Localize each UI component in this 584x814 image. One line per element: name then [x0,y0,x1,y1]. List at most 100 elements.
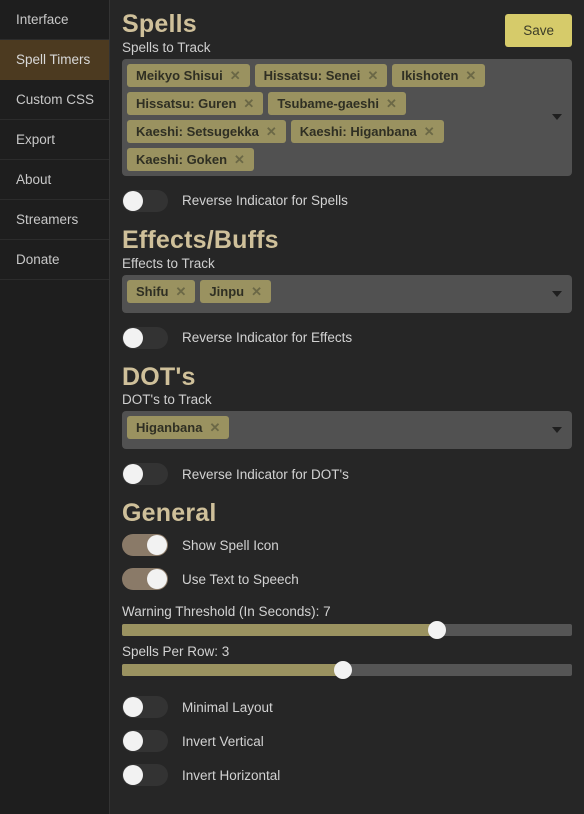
sidebar-item-spell-timers[interactable]: Spell Timers [0,40,109,80]
sidebar-item-label: Interface [16,12,69,27]
tag-item[interactable]: Hissatsu: Guren ✕ [127,91,264,115]
chevron-down-icon[interactable] [552,114,562,121]
effects-title: Effects/Buffs [122,225,279,254]
warning-threshold-block: Warning Threshold (In Seconds): 7 [122,604,572,639]
tag-item[interactable]: Shifu ✕ [127,279,196,303]
settings-window: Interface Spell Timers Custom CSS Export… [0,0,584,814]
sidebar-item-label: Custom CSS [16,92,95,107]
toggle-knob [147,535,167,555]
reverse-indicator-dots-row: Reverse Indicator for DOT's [122,457,572,491]
tag-item[interactable]: Kaeshi: Higanbana ✕ [290,119,444,143]
tag-label: Kaeshi: Setsugekka [136,123,259,139]
toggle-knob [147,569,167,589]
tag-item[interactable]: Kaeshi: Goken ✕ [127,147,254,171]
tag-remove-icon[interactable]: ✕ [386,97,397,110]
tag-label: Hissatsu: Guren [136,95,237,111]
tag-remove-icon[interactable]: ✕ [424,125,435,138]
toggle-knob [123,464,143,485]
tag-item[interactable]: Tsubame-gaeshi ✕ [268,91,406,115]
tag-label: Jinpu [209,283,245,299]
settings-panel: Spells Spells to Track Save Meikyo Shisu… [110,0,584,814]
tag-remove-icon[interactable]: ✕ [230,69,241,82]
tag-remove-icon[interactable]: ✕ [251,285,262,298]
tag-label: Kaeshi: Higanbana [299,123,417,139]
chevron-down-icon[interactable] [552,290,562,297]
sidebar-item-streamers[interactable]: Streamers [0,200,109,240]
dots-field-label: DOT's to Track [122,392,212,408]
tag-remove-icon[interactable]: ✕ [243,97,254,110]
reverse-indicator-spells-row: Reverse Indicator for Spells [122,184,572,218]
invert-vertical-row: Invert Vertical [122,724,572,758]
tag-remove-icon[interactable]: ✕ [266,125,277,138]
tag-remove-icon[interactable]: ✕ [234,153,245,166]
tag-label: Kaeshi: Goken [136,151,228,167]
toggle-knob [123,731,143,751]
chevron-down-icon[interactable] [552,427,562,434]
tag-item[interactable]: Hissatsu: Senei ✕ [254,63,388,87]
minimal-layout-toggle[interactable] [122,696,168,718]
warning-threshold-slider[interactable] [122,621,572,639]
slider-fill [122,624,437,636]
sidebar-item-label: Spell Timers [16,52,91,67]
tag-label: Shifu [136,283,169,299]
tag-item[interactable]: Ikishoten ✕ [392,63,486,87]
sidebar-item-label: Streamers [16,212,79,227]
reverse-indicator-effects-toggle[interactable] [122,326,168,349]
reverse-indicator-effects-row: Reverse Indicator for Effects [122,321,572,355]
general-title: General [122,499,217,528]
invert-horizontal-row: Invert Horizontal [122,758,572,792]
invert-horizontal-toggle[interactable] [122,764,168,786]
spells-field-label: Spells to Track [122,39,211,55]
tag-item[interactable]: Higanbana ✕ [127,416,230,440]
reverse-indicator-effects-label: Reverse Indicator for Effects [182,330,353,345]
tag-remove-icon[interactable]: ✕ [465,69,476,82]
sidebar-item-about[interactable]: About [0,160,109,200]
spells-title: Spells [122,10,197,38]
slider-thumb[interactable] [428,621,446,639]
tag-item[interactable]: Meikyo Shisui ✕ [127,63,250,87]
sidebar-item-export[interactable]: Export [0,120,109,160]
invert-horizontal-label: Invert Horizontal [182,767,281,783]
minimal-layout-label: Minimal Layout [182,699,273,715]
tag-label: Meikyo Shisui [136,67,223,83]
show-spell-icon-toggle[interactable] [122,534,168,556]
effects-to-track-select[interactable]: Shifu ✕ Jinpu ✕ [122,274,572,313]
toggle-knob [123,697,143,717]
invert-vertical-toggle[interactable] [122,730,168,752]
reverse-indicator-spells-toggle[interactable] [122,189,168,212]
spells-section-header: Spells Spells to Track Save [122,10,572,59]
use-text-to-speech-toggle[interactable] [122,568,168,590]
sidebar-item-custom-css[interactable]: Custom CSS [0,80,109,120]
tag-item[interactable]: Jinpu ✕ [200,279,271,303]
slider-thumb[interactable] [333,661,352,679]
toggle-knob [123,765,143,785]
spells-per-row-slider[interactable] [122,661,572,679]
save-button[interactable]: Save [505,14,572,47]
tag-item[interactable]: Kaeshi: Setsugekka ✕ [127,119,286,143]
toggle-knob [123,327,143,348]
tag-remove-icon[interactable]: ✕ [176,285,187,298]
sidebar-item-label: Donate [16,252,60,267]
tag-label: Ikishoten [401,67,459,83]
sidebar-item-interface[interactable]: Interface [0,0,109,40]
spells-to-track-select[interactable]: Meikyo Shisui ✕ Hissatsu: Senei ✕ Ikisho… [122,58,572,176]
sidebar: Interface Spell Timers Custom CSS Export… [0,0,110,814]
slider-fill [122,664,343,676]
sidebar-item-label: Export [16,132,56,147]
tag-remove-icon[interactable]: ✕ [367,69,378,82]
spells-per-row-label: Spells Per Row: 3 [122,644,230,659]
tag-label: Higanbana [136,420,203,436]
reverse-indicator-dots-toggle[interactable] [122,463,168,486]
sidebar-item-donate[interactable]: Donate [0,240,109,280]
reverse-indicator-dots-label: Reverse Indicator for DOT's [182,466,349,482]
effects-field-label: Effects to Track [122,255,215,271]
dots-to-track-select[interactable]: Higanbana ✕ [122,411,572,450]
tag-remove-icon[interactable]: ✕ [209,421,220,434]
reverse-indicator-spells-label: Reverse Indicator for Spells [182,193,348,209]
